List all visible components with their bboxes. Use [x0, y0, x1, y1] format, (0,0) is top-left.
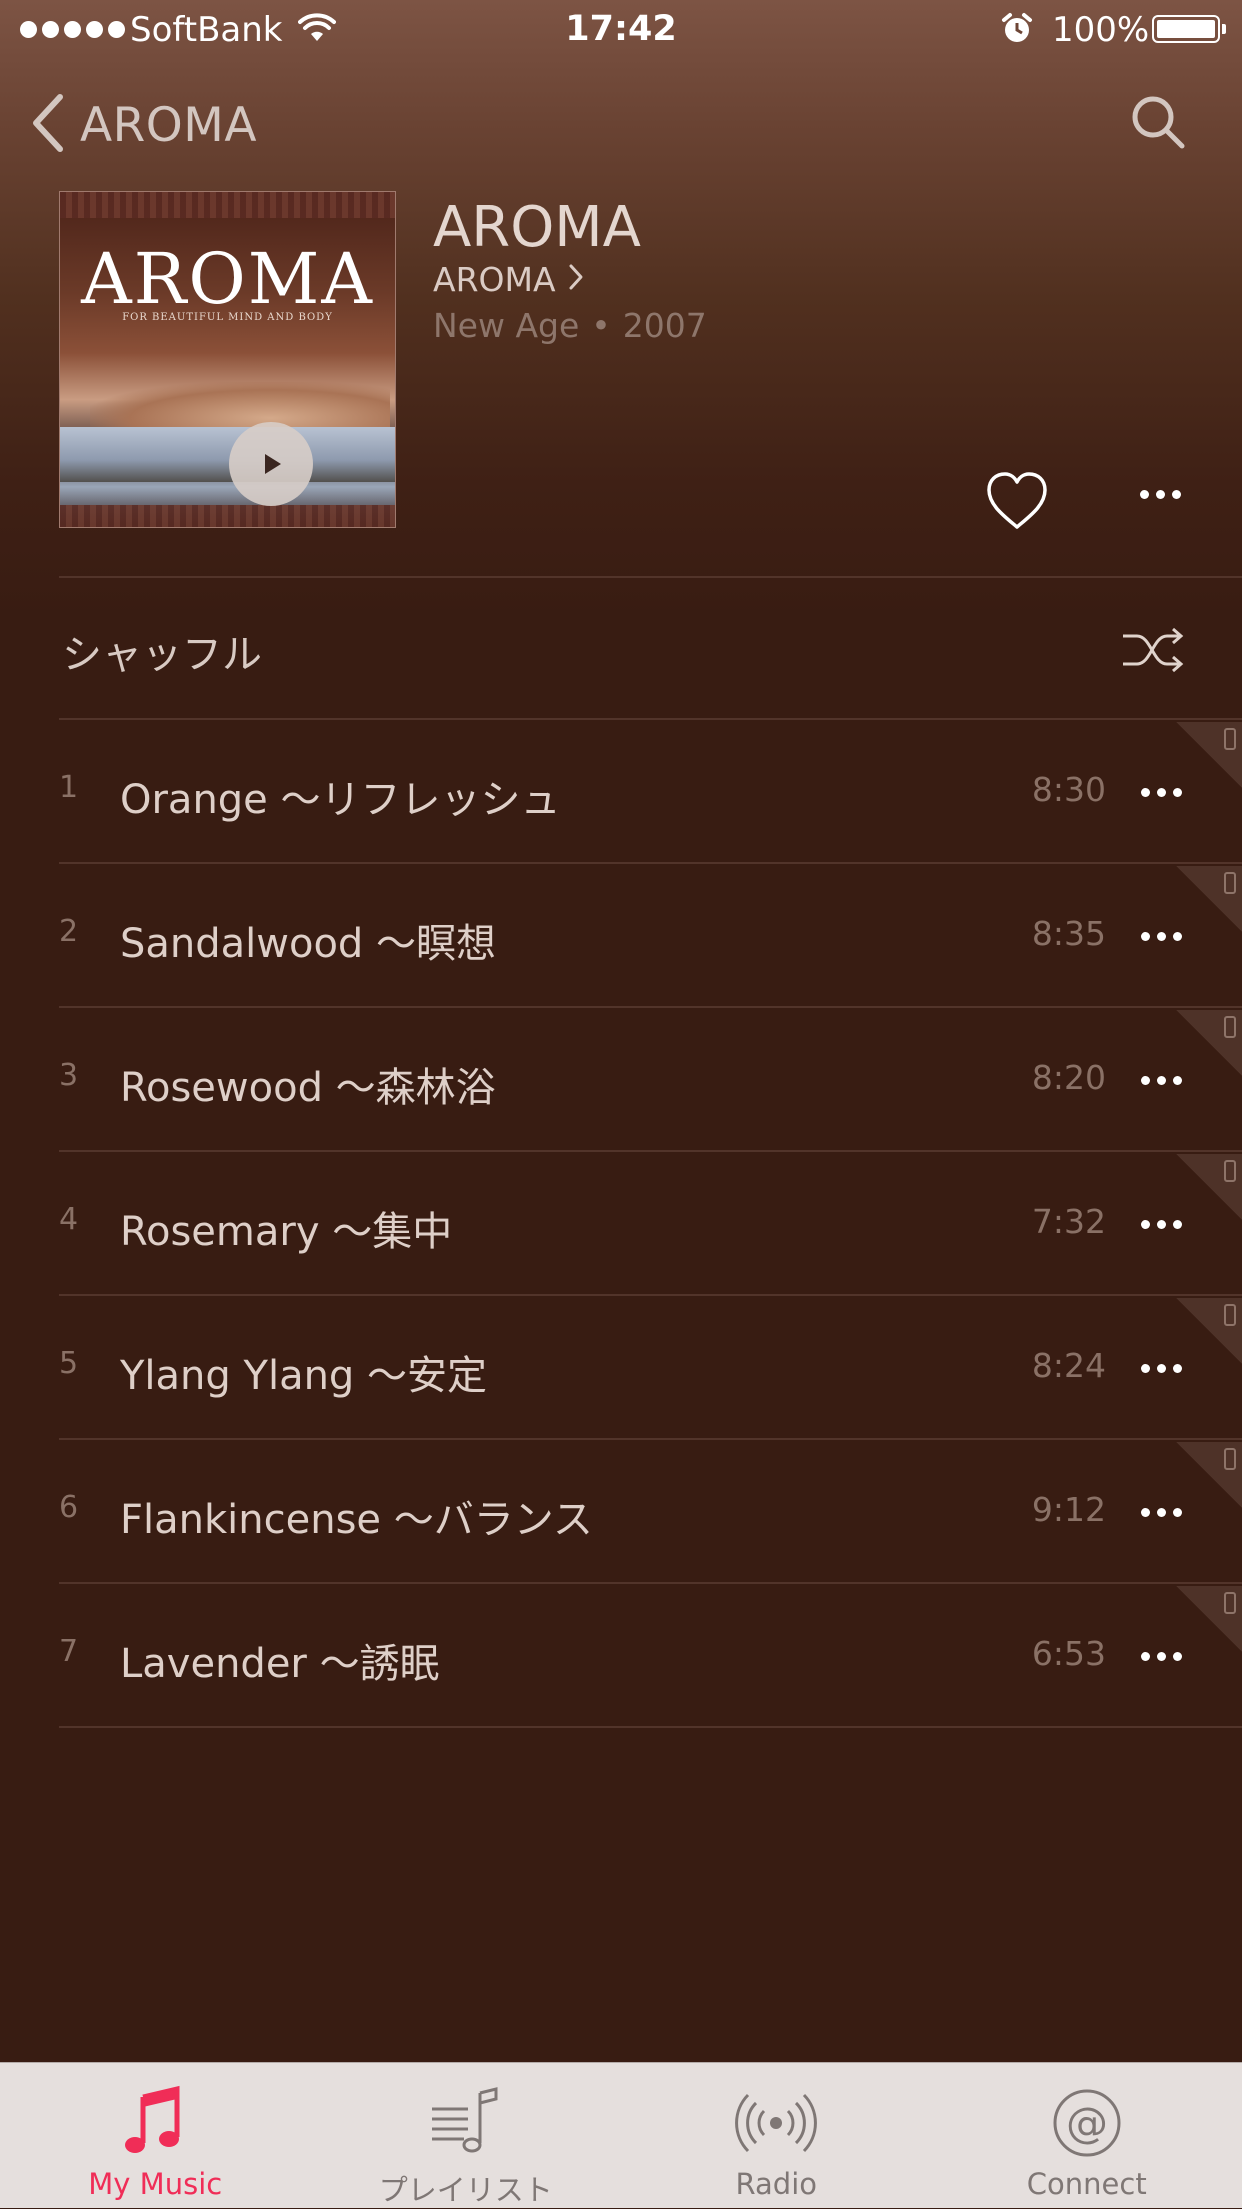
play-icon [256, 449, 286, 479]
battery-percentage: 100% [1052, 10, 1149, 50]
tab-label: Connect [932, 2167, 1242, 2201]
shuffle-label: シャッフル [62, 622, 262, 680]
track-duration: 8:24 [1032, 1346, 1106, 1385]
track-number: 1 [59, 770, 78, 805]
iphone-icon [1224, 1016, 1236, 1038]
track-duration: 8:30 [1032, 770, 1106, 809]
search-icon [1128, 92, 1188, 152]
artwork-title: AROMA [60, 238, 395, 320]
album-artist-label: AROMA [433, 260, 556, 299]
album-year: 2007 [623, 306, 707, 345]
search-button[interactable] [1128, 92, 1188, 152]
album-title: AROMA [433, 195, 641, 260]
tab-label: Radio [621, 2167, 932, 2201]
device-indicator [1176, 722, 1242, 788]
shuffle-icon [1121, 626, 1187, 674]
album-genre: New Age [433, 306, 579, 345]
chevron-left-icon [30, 93, 66, 157]
back-button[interactable]: AROMA [30, 90, 257, 160]
svg-text:@: @ [1066, 2098, 1108, 2147]
divider [59, 1726, 1242, 1728]
device-indicator [1176, 1010, 1242, 1076]
track-number: 4 [59, 1202, 78, 1237]
track-more-button[interactable] [1141, 932, 1182, 941]
iphone-icon [1224, 1160, 1236, 1182]
track-duration: 9:12 [1032, 1490, 1106, 1529]
track-number: 2 [59, 914, 78, 949]
track-title: Sandalwood ～瞑想 [120, 911, 496, 969]
playlist-icon [424, 2081, 508, 2165]
track-row[interactable]: 4 Rosemary ～集中 7:32 [59, 1152, 1242, 1296]
music-note-icon [113, 2081, 197, 2165]
track-title: Flankincense ～バランス [120, 1487, 593, 1545]
track-more-button[interactable] [1141, 788, 1182, 797]
track-row[interactable]: 5 Ylang Ylang ～安定 8:24 [59, 1296, 1242, 1440]
track-row[interactable]: 1 Orange ～リフレッシュ 8:30 [59, 720, 1242, 864]
heart-icon [984, 470, 1050, 532]
iphone-icon [1224, 1304, 1236, 1326]
meta-separator: • [591, 306, 610, 345]
track-title: Lavender ～誘眠 [120, 1631, 440, 1689]
track-more-button[interactable] [1141, 1508, 1182, 1517]
status-bar: SoftBank 17:42 100% [0, 0, 1242, 60]
alarm-icon [1000, 12, 1034, 55]
track-row[interactable]: 2 Sandalwood ～瞑想 8:35 [59, 864, 1242, 1008]
track-duration: 8:20 [1032, 1058, 1106, 1097]
track-more-button[interactable] [1141, 1076, 1182, 1085]
device-indicator [1176, 866, 1242, 932]
track-more-button[interactable] [1141, 1220, 1182, 1229]
track-duration: 6:53 [1032, 1634, 1106, 1673]
device-indicator [1176, 1586, 1242, 1652]
track-row[interactable]: 3 Rosewood ～森林浴 8:20 [59, 1008, 1242, 1152]
tab-connect[interactable]: @ Connect [932, 2063, 1242, 2208]
iphone-icon [1224, 1448, 1236, 1470]
tab-bar: My Music プレイリスト Radio [0, 2062, 1242, 2208]
track-number: 6 [59, 1490, 78, 1525]
track-more-button[interactable] [1141, 1652, 1182, 1661]
track-title: Orange ～リフレッシュ [120, 767, 561, 825]
device-indicator [1176, 1298, 1242, 1364]
album-meta: New Age • 2007 [433, 306, 707, 345]
track-title: Ylang Ylang ～安定 [120, 1343, 487, 1401]
chevron-right-icon [568, 260, 584, 299]
track-title: Rosewood ～森林浴 [120, 1055, 496, 1113]
artwork-subtitle: FOR BEAUTIFUL MIND AND BODY [60, 312, 395, 323]
track-number: 3 [59, 1058, 78, 1093]
love-button[interactable] [984, 470, 1050, 532]
tab-playlists[interactable]: プレイリスト [311, 2063, 622, 2208]
track-more-button[interactable] [1141, 1364, 1182, 1373]
device-indicator [1176, 1442, 1242, 1508]
track-row[interactable]: 6 Flankincense ～バランス 9:12 [59, 1440, 1242, 1584]
track-number: 5 [59, 1346, 78, 1381]
track-number: 7 [59, 1634, 78, 1669]
connect-icon: @ [1045, 2081, 1129, 2165]
battery-icon [1152, 15, 1220, 43]
tab-radio[interactable]: Radio [621, 2063, 932, 2208]
iphone-icon [1224, 872, 1236, 894]
iphone-icon [1224, 1592, 1236, 1614]
device-indicator [1176, 1154, 1242, 1220]
track-duration: 7:32 [1032, 1202, 1106, 1241]
album-more-button[interactable] [1140, 490, 1181, 499]
tab-my-music[interactable]: My Music [0, 2063, 311, 2208]
back-label: AROMA [80, 98, 257, 153]
tab-label: My Music [0, 2167, 311, 2201]
album-artist-link[interactable]: AROMA [433, 260, 584, 299]
track-title: Rosemary ～集中 [120, 1199, 452, 1257]
radio-icon [734, 2081, 818, 2165]
iphone-icon [1224, 728, 1236, 750]
shuffle-row[interactable]: シャッフル [59, 578, 1242, 718]
play-button[interactable] [229, 422, 313, 506]
track-duration: 8:35 [1032, 914, 1106, 953]
tab-label: プレイリスト [311, 2167, 622, 2209]
album-artwork[interactable]: AROMA FOR BEAUTIFUL MIND AND BODY [59, 191, 396, 528]
track-row[interactable]: 7 Lavender ～誘眠 6:53 [59, 1584, 1242, 1728]
